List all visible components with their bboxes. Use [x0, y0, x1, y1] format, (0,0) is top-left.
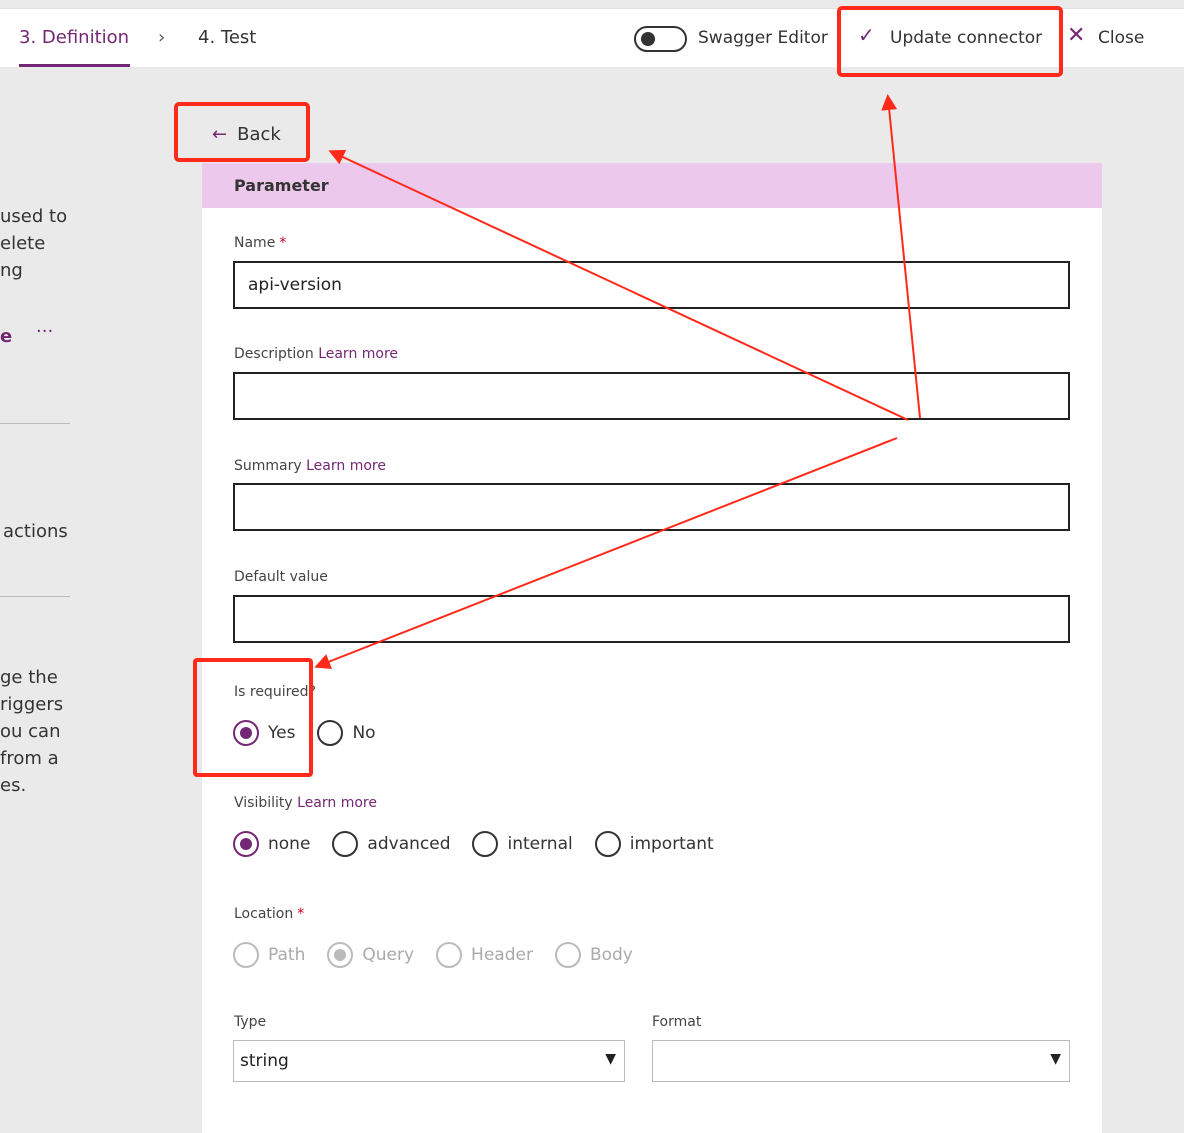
name-label: Name *: [234, 235, 287, 251]
is-required-label: Is required?: [234, 684, 316, 700]
radio-none[interactable]: none: [233, 831, 310, 857]
sidebar-text: actions: [3, 521, 68, 542]
learn-more-link[interactable]: Learn more: [297, 795, 377, 811]
default-value-label: Default value: [234, 569, 328, 585]
panel-title: Parameter: [202, 163, 1102, 208]
type-label: Type: [234, 1014, 267, 1030]
radio-advanced[interactable]: advanced: [332, 831, 450, 857]
update-connector-button[interactable]: Update connector: [890, 28, 1042, 48]
visibility-radio-group: none advanced internal important: [233, 831, 736, 857]
location-radio-group: Path Query Header Body: [233, 942, 655, 968]
divider: [0, 423, 70, 424]
dropdown-arrow-icon: ▼: [605, 1051, 616, 1067]
radio-header: Header: [436, 942, 533, 968]
visibility-label: Visibility Learn more: [234, 795, 377, 811]
format-label: Format: [652, 1014, 702, 1030]
more-icon[interactable]: ···: [36, 318, 53, 345]
active-tab-underline: [19, 64, 130, 67]
radio-no[interactable]: No: [317, 720, 376, 746]
format-select[interactable]: ▼: [652, 1040, 1070, 1082]
radio-internal[interactable]: internal: [472, 831, 573, 857]
sidebar-text: used to elete ng: [0, 206, 68, 281]
parameter-panel: Parameter Name * api-version Description …: [202, 163, 1102, 1133]
type-select[interactable]: string ▼: [233, 1040, 625, 1082]
learn-more-link[interactable]: Learn more: [306, 458, 386, 474]
location-label: Location *: [234, 906, 305, 922]
radio-important[interactable]: important: [594, 831, 714, 857]
arrow-left-icon: ←: [212, 124, 228, 145]
radio-query: Query: [327, 942, 414, 968]
dropdown-arrow-icon: ▼: [1050, 1051, 1061, 1067]
wizard-header: 3. Definition › 4. Test Swagger Editor ✓…: [0, 8, 1184, 67]
tab-test[interactable]: 4. Test: [198, 27, 256, 48]
sidebar-text: ge the riggers ou can from a es.: [0, 667, 64, 796]
summary-input[interactable]: [233, 483, 1070, 531]
name-input[interactable]: api-version: [233, 261, 1070, 309]
default-value-input[interactable]: [233, 595, 1070, 643]
radio-path: Path: [233, 942, 305, 968]
divider: [0, 596, 70, 597]
description-input[interactable]: [233, 372, 1070, 420]
summary-label: Summary Learn more: [234, 458, 386, 474]
close-icon[interactable]: ✕: [1067, 23, 1085, 48]
close-button[interactable]: Close: [1098, 28, 1144, 48]
back-label: Back: [237, 124, 281, 145]
tab-definition[interactable]: 3. Definition: [19, 27, 129, 48]
back-button[interactable]: ← Back: [212, 124, 281, 145]
swagger-editor-label: Swagger Editor: [698, 28, 828, 48]
chevron-right-icon: ›: [158, 27, 166, 48]
radio-yes[interactable]: Yes: [233, 720, 295, 746]
description-label: Description Learn more: [234, 346, 399, 362]
learn-more-link[interactable]: Learn more: [318, 346, 398, 362]
swagger-editor-toggle[interactable]: [634, 26, 687, 52]
sidebar-link[interactable]: e: [0, 323, 12, 350]
checkmark-icon[interactable]: ✓: [858, 23, 875, 47]
is-required-radio-group: Yes No: [233, 720, 398, 746]
radio-body: Body: [554, 942, 633, 968]
